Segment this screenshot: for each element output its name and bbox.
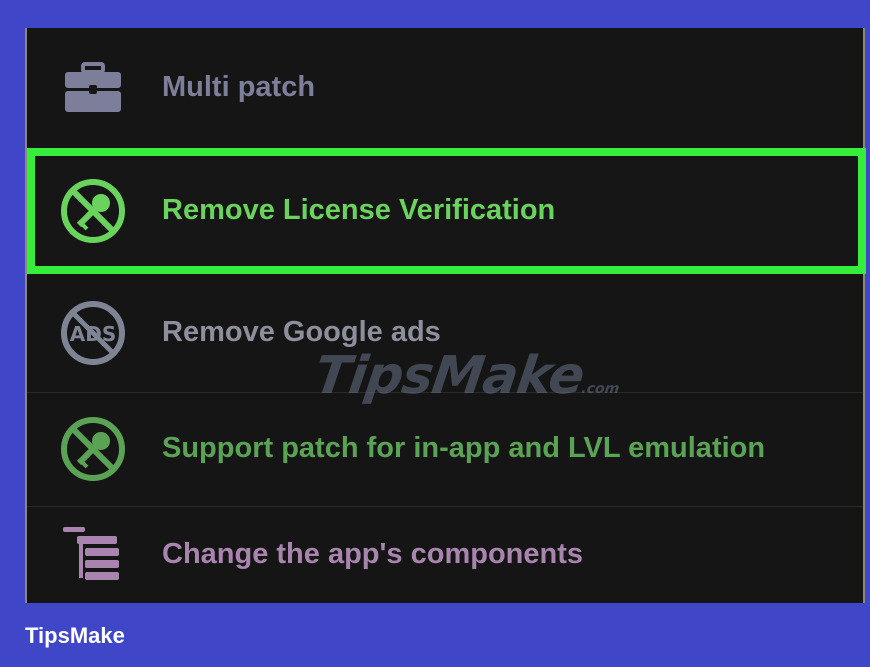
menu-item-label: Multi patch [162, 70, 316, 103]
menu-item-label: Support patch for in-app and LVL emulati… [162, 431, 766, 464]
menu-item-remove-google-ads[interactable]: ADS Remove Google ads [27, 274, 863, 393]
menu-item-change-components[interactable]: Change the app's components [27, 506, 863, 603]
footer-brand: TipsMake [25, 623, 125, 648]
no-key-icon [61, 179, 125, 243]
toolbox-icon [65, 62, 121, 112]
no-ads-icon: ADS [61, 301, 125, 365]
patch-menu-panel: Multi patch Remove License Verification … [25, 28, 866, 603]
menu-item-label: Remove License Verification [162, 193, 556, 226]
menu-item-remove-license-verification[interactable]: Remove License Verification [27, 148, 866, 274]
menu-item-multi-patch[interactable]: Multi patch [27, 28, 863, 149]
no-key-icon [61, 417, 125, 481]
menu-item-label: Change the app's components [162, 537, 583, 570]
menu-item-support-patch[interactable]: Support patch for in-app and LVL emulati… [27, 392, 863, 507]
components-icon [63, 526, 119, 580]
menu-item-label: Remove Google ads [162, 315, 441, 348]
